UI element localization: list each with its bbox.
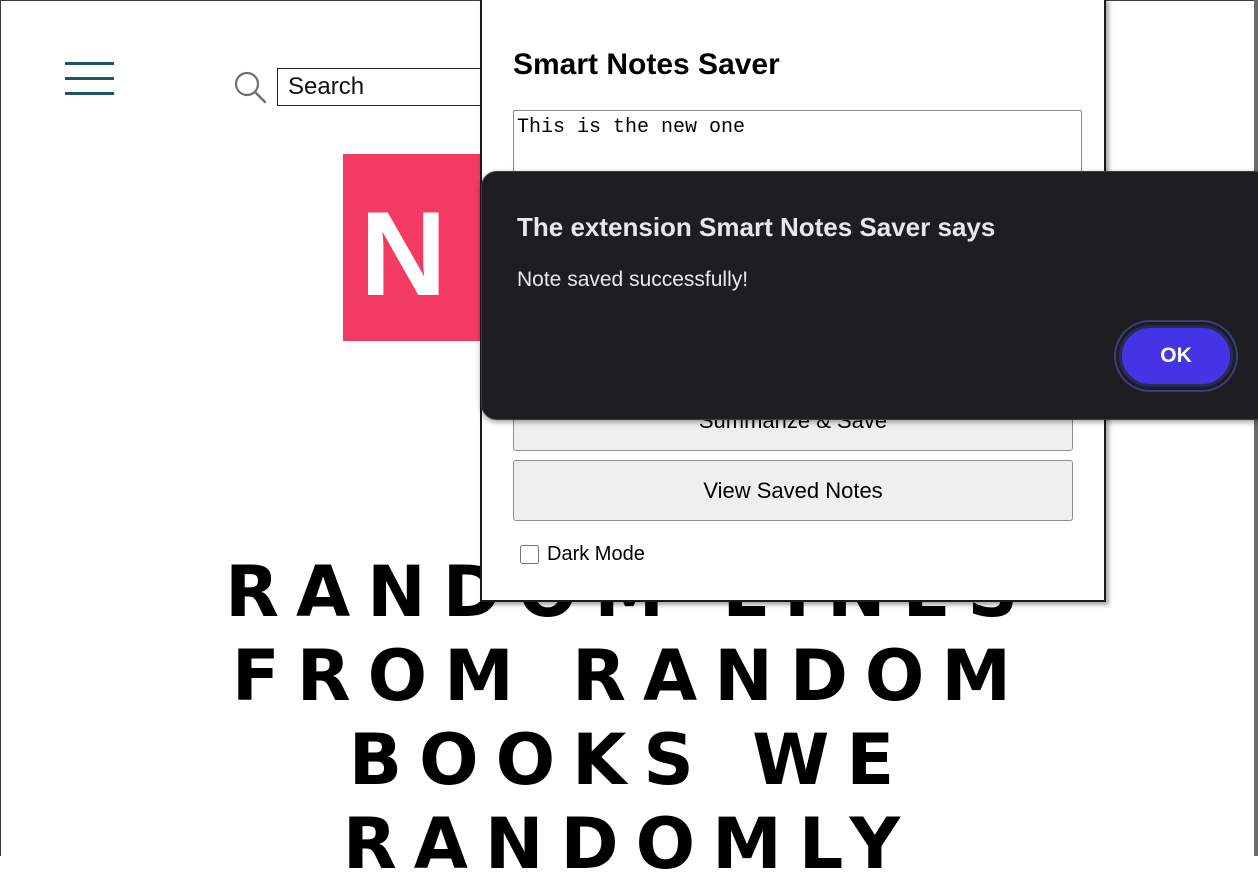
- alert-dialog: The extension Smart Notes Saver says Not…: [481, 171, 1258, 420]
- site-logo-letter: N: [360, 187, 447, 321]
- ok-button[interactable]: OK: [1119, 325, 1233, 387]
- dark-mode-checkbox[interactable]: [520, 545, 539, 564]
- alert-title: The extension Smart Notes Saver says: [517, 212, 996, 242]
- alert-message: Note saved successfully!: [517, 268, 749, 291]
- dark-mode-label: Dark Mode: [547, 543, 645, 565]
- hamburger-menu-icon[interactable]: [65, 62, 114, 97]
- view-saved-notes-button[interactable]: View Saved Notes: [513, 460, 1073, 521]
- popup-title: Smart Notes Saver: [513, 48, 780, 81]
- site-logo[interactable]: N: [343, 154, 493, 341]
- window-edge: [1254, 0, 1258, 856]
- dark-mode-toggle[interactable]: Dark Mode: [520, 543, 645, 566]
- search-icon[interactable]: [233, 70, 267, 104]
